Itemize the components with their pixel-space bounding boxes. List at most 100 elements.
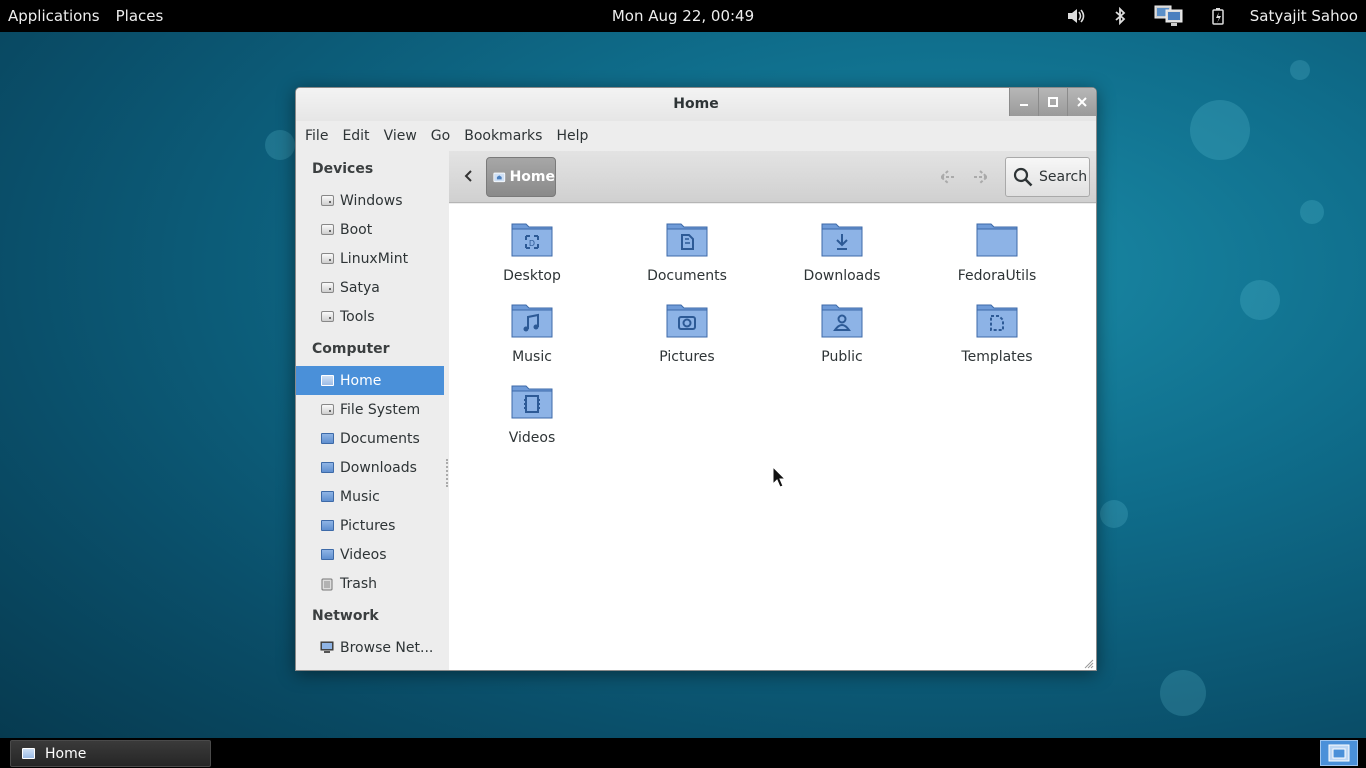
menu-view[interactable]: View [377, 121, 424, 151]
file-item-label: FedoraUtils [957, 268, 1037, 284]
sidebar-item-music[interactable]: Music [296, 482, 444, 511]
title-bar[interactable]: Home [296, 88, 1096, 121]
search-icon [1013, 167, 1033, 187]
sidebar-item-windows[interactable]: Windows [296, 186, 444, 215]
videos-folder-icon [511, 385, 553, 419]
file-item-templates[interactable]: Templates [932, 299, 1062, 365]
close-icon [1077, 97, 1087, 107]
sidebar-item-browse-network[interactable]: Browse Net... [296, 633, 444, 662]
sidebar-item-downloads[interactable]: Downloads [296, 453, 444, 482]
drive-icon [320, 310, 334, 324]
sidebar-splitter-handle[interactable] [446, 459, 448, 487]
forward-arrow-icon [973, 170, 989, 184]
drive-icon [320, 403, 334, 417]
sidebar-item-file-system[interactable]: File System [296, 395, 444, 424]
sidebar-item-label: File System [340, 401, 421, 418]
menu-bookmarks[interactable]: Bookmarks [457, 121, 549, 151]
file-item-label: Pictures [659, 349, 715, 365]
search-button[interactable]: Search [1005, 157, 1090, 197]
sidebar-item-trash[interactable]: Trash [296, 569, 444, 598]
path-scroll-left-button[interactable] [459, 166, 479, 186]
file-item-public[interactable]: Public [777, 299, 907, 365]
icon-view[interactable]: D Desktop Documents Downloads FedoraUtil… [449, 204, 1096, 670]
sidebar-item-videos[interactable]: Videos [296, 540, 444, 569]
file-item-label: Downloads [803, 268, 881, 284]
applications-menu[interactable]: Applications [0, 0, 108, 32]
close-button[interactable] [1067, 88, 1096, 116]
network-icon[interactable] [1153, 5, 1185, 27]
music-folder-icon [320, 490, 334, 504]
music-folder-icon [511, 304, 553, 338]
file-item-videos[interactable]: Videos [467, 380, 597, 446]
network-heading: Network [312, 608, 379, 624]
toolbar: Home Search [449, 151, 1096, 203]
back-button[interactable] [935, 165, 959, 189]
home-folder-icon [21, 747, 35, 761]
menu-file[interactable]: File [298, 121, 335, 151]
menu-go[interactable]: Go [424, 121, 457, 151]
file-item-desktop[interactable]: D Desktop [467, 218, 597, 284]
sidebar-item-home[interactable]: Home [296, 366, 444, 395]
volume-icon[interactable] [1065, 5, 1087, 27]
desktop-bokeh [1160, 670, 1206, 716]
file-item-music[interactable]: Music [467, 299, 597, 365]
user-menu[interactable]: Satyajit Sahoo [1240, 0, 1366, 32]
desktop-folder-icon: D [511, 223, 553, 257]
top-panel: Applications Places Mon Aug 22, 00:49 Sa… [0, 0, 1366, 32]
taskbar-window-label: Home [45, 745, 87, 762]
window-title: Home [673, 96, 719, 112]
file-item-label: Videos [508, 430, 556, 446]
sidebar-item-label: Home [340, 372, 382, 389]
pictures-folder-icon [666, 304, 708, 338]
sidebar-item-satya[interactable]: Satya [296, 273, 444, 302]
window-controls [1009, 88, 1096, 116]
path-bar-label: Home [509, 169, 555, 185]
sidebar-item-boot[interactable]: Boot [296, 215, 444, 244]
taskbar-window-home[interactable]: Home [10, 740, 211, 767]
menu-bar: File Edit View Go Bookmarks Help [296, 121, 1096, 151]
maximize-icon [1048, 97, 1058, 107]
sidebar-item-label: Music [340, 488, 380, 505]
bluetooth-icon[interactable] [1109, 5, 1131, 27]
file-item-label: Templates [961, 349, 1033, 365]
menu-edit[interactable]: Edit [335, 121, 376, 151]
file-item-documents[interactable]: Documents [622, 218, 752, 284]
path-bar-home-button[interactable]: Home [486, 157, 556, 197]
bottom-panel: Home [0, 738, 1366, 768]
search-button-label: Search [1039, 169, 1088, 185]
sidebar-item-label: Windows [340, 192, 403, 209]
maximize-button[interactable] [1038, 88, 1067, 116]
desktop-bokeh [1240, 280, 1280, 320]
file-item-pictures[interactable]: Pictures [622, 299, 752, 365]
videos-folder-icon [320, 548, 334, 562]
minimize-button[interactable] [1009, 88, 1038, 116]
places-menu[interactable]: Places [108, 0, 172, 32]
trash-icon [320, 577, 334, 591]
sidebar-item-label: Satya [340, 279, 380, 296]
workspace-switcher[interactable] [1320, 740, 1358, 766]
back-arrow-icon [939, 170, 955, 184]
sidebar-item-label: Videos [340, 546, 387, 563]
battery-icon[interactable] [1207, 5, 1229, 27]
home-folder-icon [320, 374, 334, 388]
minimize-icon [1020, 104, 1028, 106]
drive-icon [320, 194, 334, 208]
file-item-fedorautils[interactable]: FedoraUtils [932, 218, 1062, 284]
file-item-downloads[interactable]: Downloads [777, 218, 907, 284]
sidebar-item-tools[interactable]: Tools [296, 302, 444, 331]
sidebar-item-label: Tools [340, 308, 375, 325]
sidebar-item-pictures[interactable]: Pictures [296, 511, 444, 540]
sidebar-item-linuxmint[interactable]: LinuxMint [296, 244, 444, 273]
documents-folder-icon [320, 432, 334, 446]
network-computer-icon [320, 641, 334, 655]
computer-heading: Computer [312, 341, 390, 357]
folder-icon [976, 223, 1018, 257]
places-sidebar: Devices Windows Boot LinuxMint Satya Too… [296, 151, 449, 670]
desktop-bokeh [265, 130, 295, 160]
resize-grip-icon[interactable] [1084, 659, 1094, 669]
file-item-label: Documents [647, 268, 727, 284]
menu-help[interactable]: Help [549, 121, 595, 151]
desktop-bokeh [1300, 200, 1324, 224]
forward-button[interactable] [969, 165, 993, 189]
sidebar-item-documents[interactable]: Documents [296, 424, 444, 453]
